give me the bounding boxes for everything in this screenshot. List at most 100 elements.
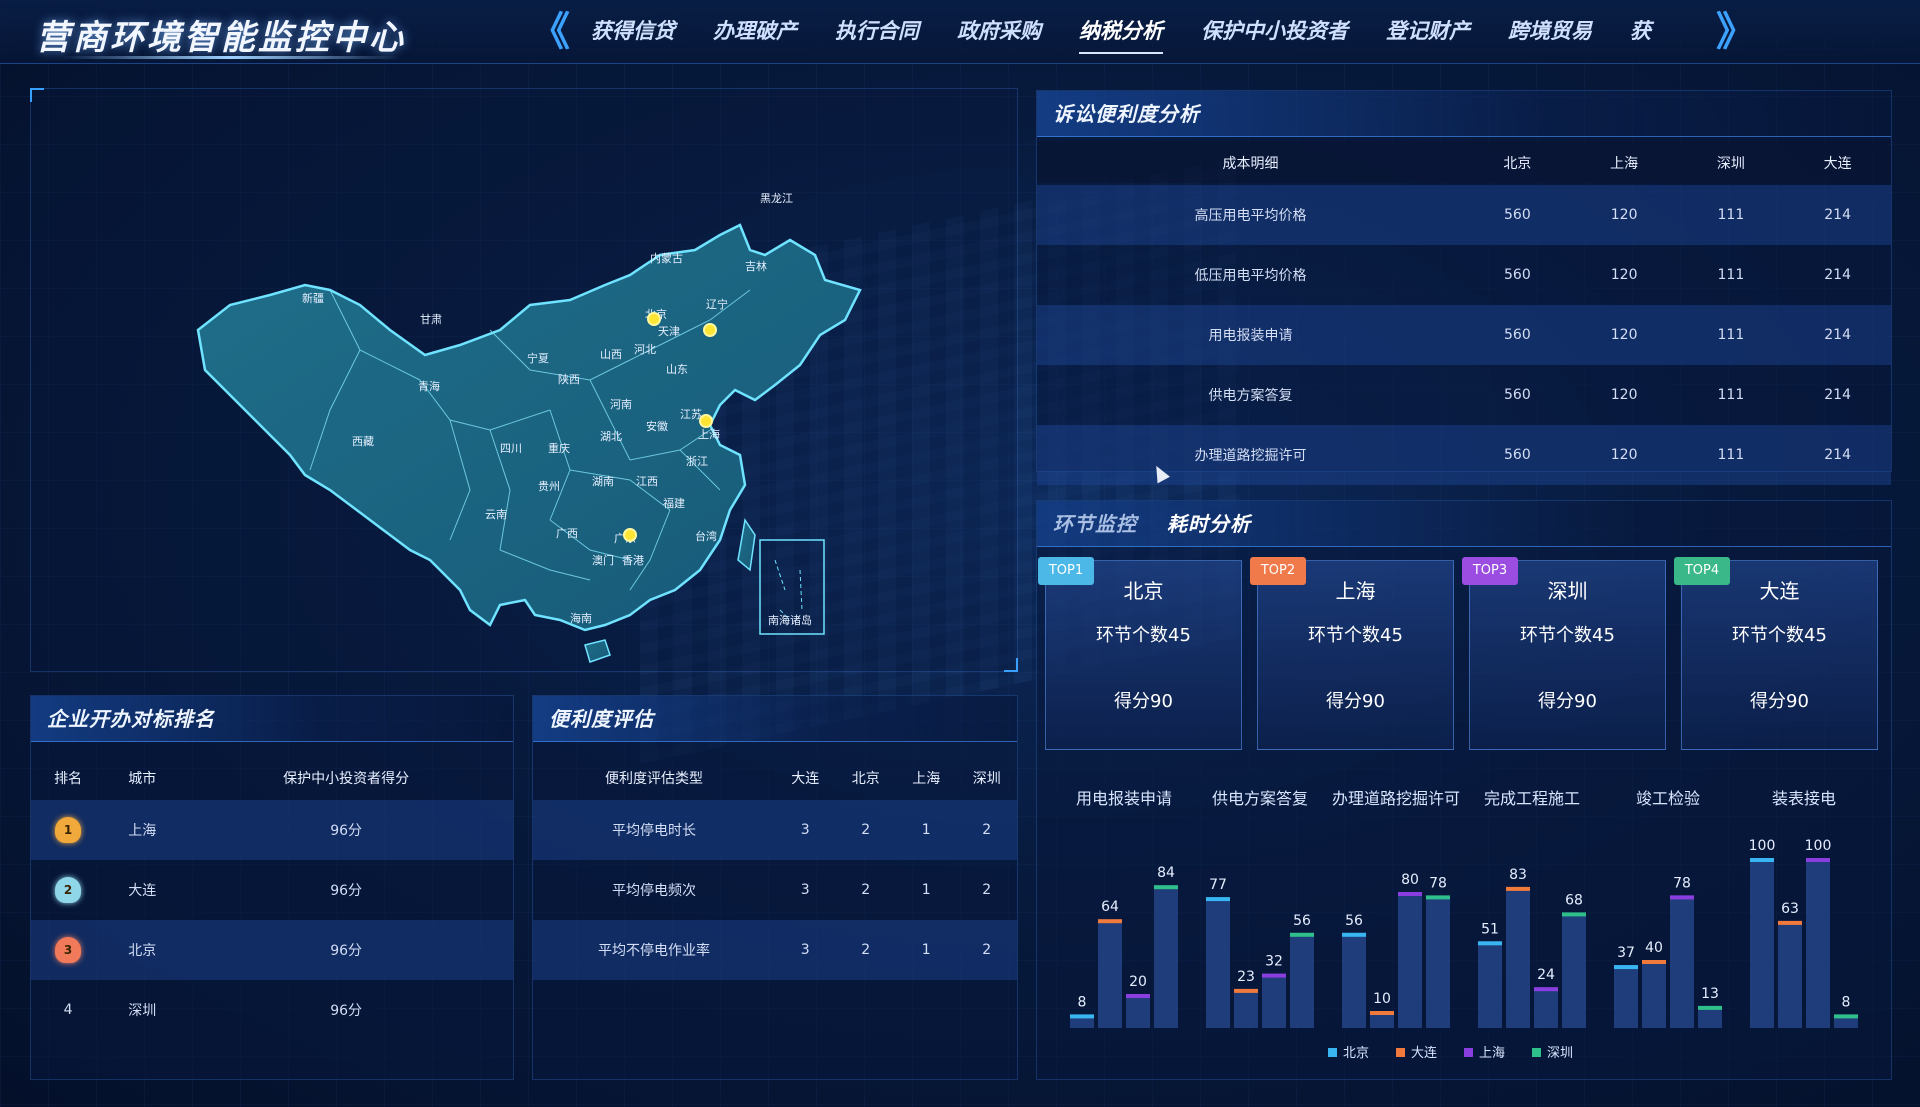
table-cell: 办理道路挖掘许可 [1037, 425, 1464, 485]
legend-label[interactable]: 大连 [1411, 1045, 1437, 1061]
table-cell: 560 [1504, 387, 1531, 403]
marker-beijing [647, 312, 661, 326]
table-row[interactable]: 用电报装申请 560 120 111 214 [1037, 305, 1891, 365]
svg-text:江西: 江西 [636, 475, 658, 488]
bar-上海[interactable] [1126, 994, 1150, 1028]
table-cell: 2 [956, 800, 1017, 860]
bar-北京[interactable] [1342, 932, 1366, 1028]
table-cell: 深圳 [128, 1003, 157, 1019]
bar-value-label: 83 [1509, 867, 1527, 883]
bar-北京[interactable] [1614, 965, 1638, 1028]
svg-text:上海: 上海 [698, 427, 720, 441]
ranking-table: 排名 城市 保护中小投资者得分 1 上海 96分 2 大连 96分 3 北京 96分 4 深圳 96分 [31, 756, 513, 1040]
bar-value-label: 63 [1781, 901, 1799, 917]
svg-text:吉林: 吉林 [745, 259, 767, 273]
svg-text:广西: 广西 [556, 527, 578, 540]
tab-3[interactable]: 政府采购 [938, 14, 1060, 54]
bar-cap [1342, 932, 1366, 937]
legend-label[interactable]: 北京 [1343, 1046, 1369, 1061]
tab-2[interactable]: 执行合同 [816, 14, 938, 54]
table-row[interactable]: 供电方案答复 560 120 111 214 [1037, 365, 1891, 425]
nav-prev-icon[interactable]: 《 [530, 10, 570, 54]
nav-next-icon[interactable]: 》 [1716, 10, 1756, 54]
bar-上海[interactable] [1670, 895, 1694, 1028]
table-row[interactable]: 平均停电时长 3 2 1 2 [533, 800, 1017, 860]
table-row[interactable]: 平均停电频次 3 2 1 2 [533, 860, 1017, 920]
bar-深圳[interactable] [1154, 885, 1178, 1028]
table-row[interactable]: 1 上海 96分 [31, 800, 513, 860]
tab-1[interactable]: 办理破产 [694, 14, 816, 54]
legend-label[interactable]: 深圳 [1547, 1046, 1573, 1061]
table-row[interactable]: 4 深圳 96分 [31, 980, 513, 1040]
tab-7[interactable]: 跨境贸易 [1489, 14, 1611, 54]
table-cell: 3 [775, 800, 836, 860]
ranking-panel: 企业开办对标排名 排名 城市 保护中小投资者得分 1 上海 96分 2 大连 96分 3 北京 96… [30, 695, 514, 1080]
table-cell: 2 [982, 882, 992, 898]
bar-大连[interactable] [1234, 988, 1258, 1028]
table-cell: 214 [1824, 387, 1851, 403]
china-map[interactable]: 南海诸岛 新疆 西藏 青海 甘肃 内蒙古 黑龙江 吉林 辽宁 北京 天津 河北 … [30, 90, 1030, 670]
bar-上海[interactable] [1398, 892, 1422, 1028]
top-card[interactable]: TOP1 北京 环节个数45 得分90 [1038, 557, 1242, 750]
bar-大连[interactable] [1098, 919, 1122, 1028]
bar-深圳[interactable] [1290, 932, 1314, 1028]
bar-深圳[interactable] [1562, 912, 1586, 1028]
bar-大连[interactable] [1506, 886, 1530, 1028]
bar-cap [1098, 919, 1122, 924]
table-cell: 用电报装申请 [1037, 305, 1464, 365]
bar-上海[interactable] [1262, 973, 1286, 1028]
column-header: 上海 [912, 771, 941, 787]
bar-value-label: 80 [1401, 872, 1419, 888]
tab-8[interactable]: 获 [1611, 14, 1670, 54]
table-row[interactable]: 高压用电平均价格 560 120 111 214 [1037, 185, 1891, 245]
table-cell: 111 [1677, 425, 1785, 485]
bar-value-label: 64 [1101, 899, 1119, 915]
top-card[interactable]: TOP4 大连 环节个数45 得分90 [1674, 557, 1878, 750]
svg-text:香港: 香港 [622, 554, 644, 567]
column-header: 北京 [851, 771, 880, 787]
card-count: 环节个数45 [1308, 625, 1403, 646]
tab-6[interactable]: 登记财产 [1367, 14, 1489, 54]
bar-北京[interactable] [1206, 897, 1230, 1028]
card-city: 上海 [1335, 579, 1376, 603]
bar-value-label: 40 [1645, 940, 1663, 956]
tab-4[interactable]: 纳税分析 [1060, 14, 1182, 54]
title-underline [60, 56, 400, 59]
svg-text:云南: 云南 [485, 508, 507, 521]
bar-北京[interactable] [1750, 858, 1774, 1028]
duration-bar-chart: 用电报装申请 8 64 20 84 供电方案答复 77 23 32 56 办理道路挖掘许可 56 10 8… [1070, 789, 1858, 1061]
rank-cell: 3 [31, 920, 106, 980]
top-card[interactable]: TOP3 深圳 环节个数45 得分90 [1462, 557, 1666, 750]
bar-cap [1506, 886, 1530, 891]
bar-深圳[interactable] [1426, 895, 1450, 1028]
tab-time-analysis[interactable]: 耗时分析 [1167, 512, 1251, 536]
bar-上海[interactable] [1806, 858, 1830, 1028]
bar-value-label: 32 [1265, 954, 1283, 970]
svg-text:陕西: 陕西 [558, 372, 580, 386]
china-map-svg[interactable]: 南海诸岛 新疆 西藏 青海 甘肃 内蒙古 黑龙江 吉林 辽宁 北京 天津 河北 … [30, 90, 1030, 670]
svg-text:台湾: 台湾 [695, 529, 717, 543]
svg-text:重庆: 重庆 [548, 441, 570, 455]
table-cell: 120 [1610, 387, 1638, 403]
tab-5[interactable]: 保护中小投资者 [1182, 14, 1367, 54]
rank-cell: 1 [31, 800, 106, 860]
tab-monitor[interactable]: 环节监控 [1053, 512, 1137, 536]
tab-0[interactable]: 获得信贷 [572, 14, 694, 54]
bar-北京[interactable] [1478, 941, 1502, 1028]
bar-上海[interactable] [1534, 987, 1558, 1028]
bar-大连[interactable] [1642, 960, 1666, 1028]
bar-大连[interactable] [1778, 920, 1802, 1028]
svg-text:河南: 河南 [610, 398, 632, 411]
bar-value-label: 10 [1373, 991, 1391, 1007]
card-count: 环节个数45 [1732, 625, 1827, 646]
table-row[interactable]: 2 大连 96分 [31, 860, 513, 920]
bar-value-label: 78 [1673, 875, 1691, 891]
top-card[interactable]: TOP2 上海 环节个数45 得分90 [1250, 557, 1454, 750]
table-row[interactable]: 平均不停电作业率 3 2 1 2 [533, 920, 1017, 980]
svg-text:湖南: 湖南 [592, 475, 614, 488]
bar-cap [1670, 895, 1694, 900]
legend-label[interactable]: 上海 [1479, 1046, 1505, 1061]
table-row[interactable]: 低压用电平均价格 560 120 111 214 [1037, 245, 1891, 305]
column-header: 深圳 [1716, 156, 1745, 172]
table-row[interactable]: 3 北京 96分 [31, 920, 513, 980]
